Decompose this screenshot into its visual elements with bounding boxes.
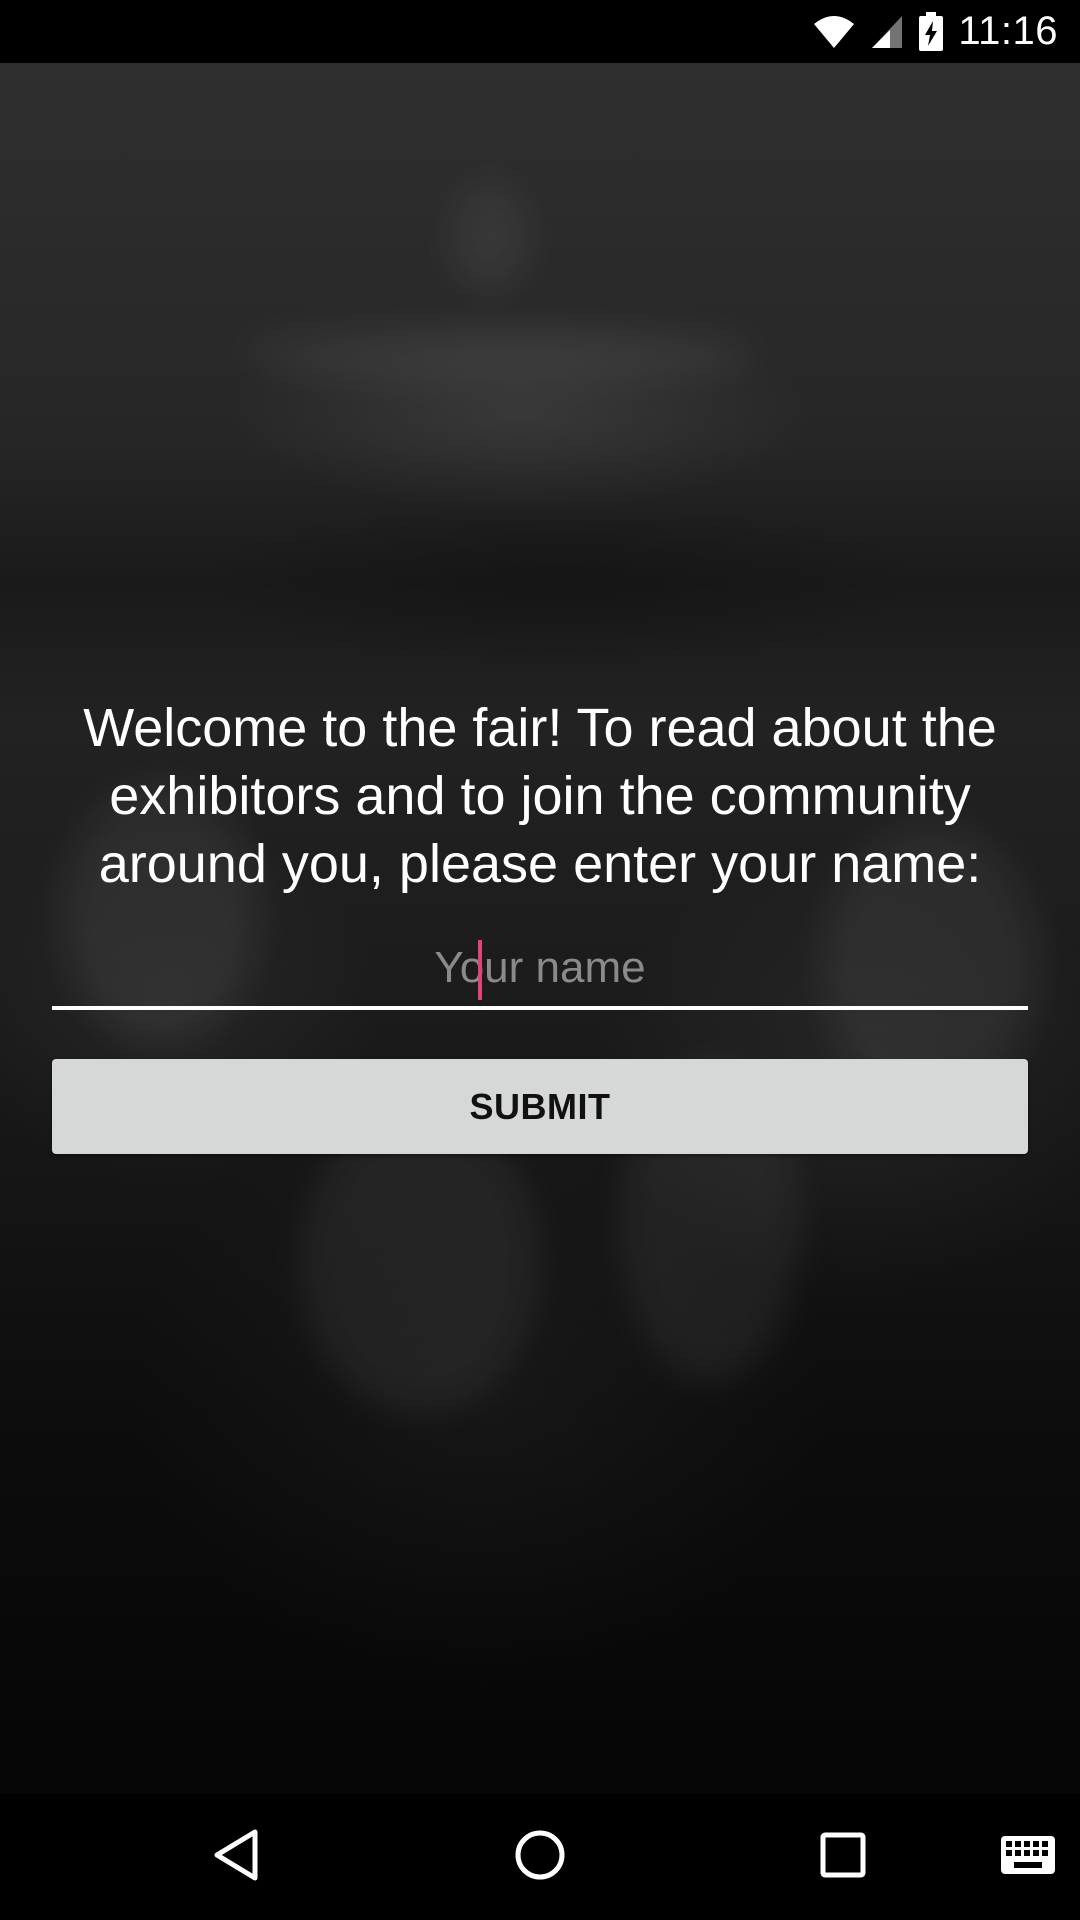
input-underline (52, 1006, 1028, 1010)
status-time: 11:16 (958, 9, 1058, 53)
back-icon (211, 1828, 261, 1887)
login-form: Welcome to the fair! To read about the e… (0, 0, 1080, 1920)
home-icon (513, 1828, 567, 1887)
screen: 11:16 Welcome to the fair! To read about… (0, 0, 1080, 1920)
text-cursor (478, 940, 482, 1000)
submit-button[interactable]: SUBMIT (52, 1059, 1028, 1154)
welcome-message: Welcome to the fair! To read about the e… (83, 698, 997, 894)
home-button[interactable] (505, 1822, 575, 1892)
status-bar: 11:16 (0, 0, 1080, 63)
keyboard-icon (1000, 1835, 1056, 1880)
recents-icon (818, 1830, 868, 1885)
recents-button[interactable] (808, 1822, 878, 1892)
navigation-bar (0, 1794, 1080, 1920)
back-button[interactable] (201, 1822, 271, 1892)
battery-charging-icon (918, 11, 944, 52)
wifi-icon (812, 14, 856, 50)
cell-signal-icon (870, 14, 904, 50)
name-field[interactable] (52, 930, 1028, 1010)
name-input[interactable] (52, 930, 1028, 1006)
keyboard-button[interactable] (993, 1822, 1063, 1892)
